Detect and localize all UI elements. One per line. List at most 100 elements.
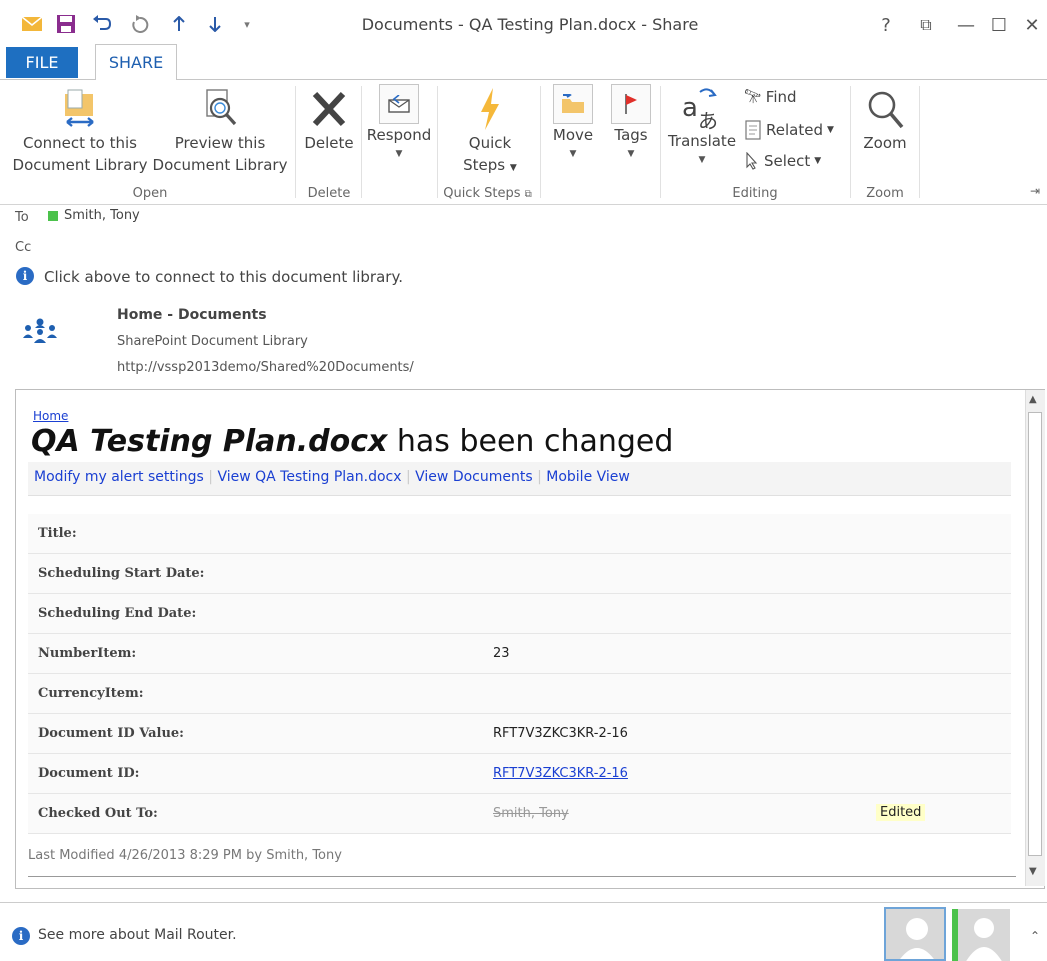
vertical-scrollbar[interactable]: ▲ ▼ [1025,390,1045,886]
tags-button[interactable]: Tags ▼ [606,84,656,162]
people-pane: i See more about Mail Router. ⌃ [0,902,1047,961]
redo-icon[interactable] [128,12,152,36]
field-row: Document ID Value: RFT7V3ZKC3KR-2-16 [28,714,1011,754]
group-divider [437,86,438,198]
page-title: QA Testing Plan.docx has been changed [31,424,674,459]
chevron-down-icon: ▼ [814,156,822,166]
library-type: SharePoint Document Library [117,334,308,349]
find-button[interactable]: 🔭︎ Find [744,88,797,106]
connect-library-button[interactable]: Connect to this Document Library [10,88,150,176]
field-row: Scheduling Start Date: [28,554,1011,594]
avatar[interactable] [884,907,946,961]
chevron-down-icon: ▼ [569,149,577,159]
chevron-down-icon: ▼ [395,149,403,159]
modify-alert-link[interactable]: Modify my alert settings [34,469,204,485]
respond-icon [379,84,419,124]
cc-label: Cc [15,240,32,255]
mail-router-info[interactable]: See more about Mail Router. [38,927,237,943]
group-divider [361,86,362,198]
info-message: Click above to connect to this document … [44,268,403,286]
library-title[interactable]: Home - Documents [117,307,267,323]
group-divider [850,86,851,198]
select-button[interactable]: Select ▼ [744,152,821,170]
arrow-down-icon[interactable] [206,12,224,36]
field-row: Title: [28,514,1011,554]
minimize-button[interactable]: — [952,10,980,40]
scroll-down-icon[interactable]: ▼ [1029,866,1037,877]
close-button[interactable]: ✕ [1018,10,1046,40]
to-recipient[interactable]: Smith, Tony [64,208,140,223]
dialog-launcher-icon[interactable]: ⧉ [525,189,532,200]
tab-file[interactable]: FILE [6,47,78,78]
field-row: CurrencyItem: [28,674,1011,714]
move-button[interactable]: Move ▼ [546,84,600,162]
last-modified: Last Modified 4/26/2013 8:29 PM by Smith… [28,848,342,863]
delete-button[interactable]: Delete [300,88,358,154]
group-divider [295,86,296,198]
svg-text:あ: あ [698,109,718,130]
document-id-link[interactable]: RFT7V3ZKC3KR-2-16 [493,766,628,781]
pin-ribbon-icon[interactable]: ⇥ [1030,184,1040,198]
envelope-icon[interactable] [20,12,44,36]
avatar[interactable] [958,909,1010,961]
tab-share[interactable]: SHARE [95,44,177,80]
binoculars-icon: 🔭︎ [744,89,762,105]
ribbon: Connect to this Document Library Preview… [0,79,1047,205]
move-folder-icon [553,84,593,124]
cursor-icon [746,152,758,170]
field-row: Scheduling End Date: [28,594,1011,634]
respond-button[interactable]: Respond ▼ [364,84,434,162]
zoom-button[interactable]: Zoom [854,88,916,154]
lightning-icon [481,88,499,130]
translate-button[interactable]: aあ Translate ▼ [664,86,740,168]
info-icon: i [12,927,30,945]
delete-x-icon [312,91,346,127]
group-label-open: Open [132,186,168,201]
magnifier-icon [868,91,904,129]
save-icon[interactable] [54,12,78,36]
scroll-thumb[interactable] [1028,412,1042,856]
group-label-quick-steps: Quick Steps ⧉ [443,186,532,201]
quick-steps-button[interactable]: Quick Steps ▼ [450,86,530,179]
chevron-down-icon: ▼ [627,149,635,159]
field-row: Document ID: RFT7V3ZKC3KR-2-16 [28,754,1011,794]
group-divider [919,86,920,198]
customize-qat-icon[interactable]: ▾ [240,12,254,36]
maximize-button[interactable]: ☐ [985,10,1013,40]
related-document-icon [745,120,761,140]
presence-indicator [48,211,58,221]
preview-library-button[interactable]: Preview this Document Library [150,88,290,176]
scroll-up-icon[interactable]: ▲ [1029,394,1037,405]
help-button[interactable]: ? [872,10,900,40]
preview-library-icon [206,89,237,126]
people-icon [22,318,58,348]
undo-icon[interactable] [90,12,114,36]
svg-text:a: a [682,93,698,123]
group-divider [540,86,541,198]
mobile-view-link[interactable]: Mobile View [546,469,630,485]
chevron-down-icon: ▼ [509,163,517,173]
view-documents-link[interactable]: View Documents [415,469,533,485]
connect-library-icon [65,89,94,127]
library-url[interactable]: http://vssp2013demo/Shared%20Documents/ [117,360,414,375]
group-label-zoom: Zoom [866,186,904,201]
group-label-editing: Editing [732,186,778,201]
chevron-down-icon: ▼ [698,155,706,165]
breadcrumb-home-link[interactable]: Home [33,409,68,423]
info-icon: i [16,267,34,285]
view-document-link[interactable]: View QA Testing Plan.docx [217,469,401,485]
field-row: Checked Out To: Smith, Tony Edited [28,794,1011,834]
ribbon-display-options-button[interactable]: ⧉ [912,10,940,40]
translate-icon: aあ [682,88,718,130]
alert-links: Modify my alert settings | View QA Testi… [34,469,630,485]
group-label-delete: Delete [307,186,351,201]
expand-people-pane-icon[interactable]: ⌃ [1030,929,1040,943]
checked-out-value: Smith, Tony [493,806,569,821]
group-divider [660,86,661,198]
to-label: To [15,210,29,225]
field-row: NumberItem: 23 [28,634,1011,674]
window-title: Documents - QA Testing Plan.docx - Share [361,15,699,34]
arrow-up-icon[interactable] [170,12,188,36]
body-divider [28,876,1016,877]
related-button[interactable]: Related ▼ [744,120,834,140]
